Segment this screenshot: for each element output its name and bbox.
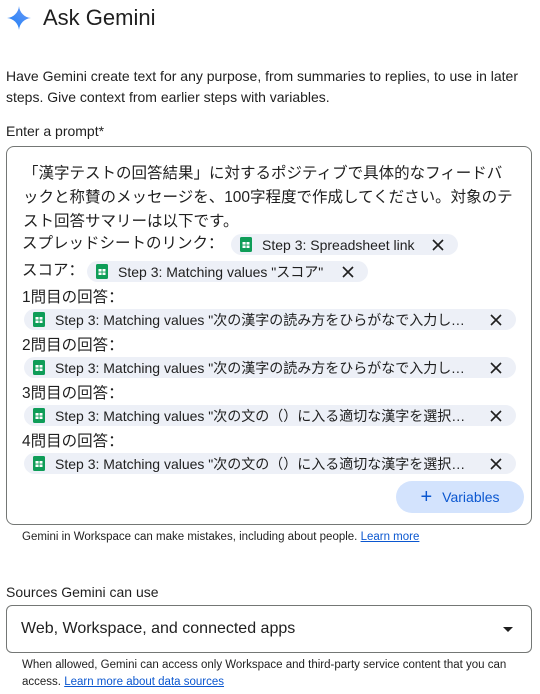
chip-label: Step 3: Spreadsheet link — [262, 236, 415, 253]
remove-chip-icon[interactable] — [490, 361, 502, 374]
remove-chip-icon[interactable] — [432, 238, 444, 251]
variable-chip-answer-1[interactable]: Step 3: Matching values "次の漢字の読み方をひらがなで入… — [24, 309, 516, 330]
chip-label: Step 3: Matching values "次の文の（）に入る適切な漢字を… — [55, 407, 478, 424]
variable-chip-score[interactable]: Step 3: Matching values "スコア" — [87, 261, 368, 282]
disclaimer: Gemini in Workspace can make mistakes, i… — [22, 531, 419, 543]
variable-chip-spreadsheet[interactable]: Step 3: Spreadsheet link — [231, 234, 458, 255]
chip-label: Step 3: Matching values "次の漢字の読み方をひらがなで入… — [55, 359, 478, 376]
sheets-icon — [33, 408, 45, 423]
spreadsheet-link-label: スプレッドシートのリンク： — [22, 235, 224, 252]
sources-label: Sources Gemini can use — [6, 584, 159, 600]
header: Ask Gemini — [6, 3, 155, 33]
sheets-icon — [96, 264, 108, 279]
variable-chip-answer-3[interactable]: Step 3: Matching values "次の文の（）に入る適切な漢字を… — [24, 405, 516, 426]
variable-chip-answer-4[interactable]: Step 3: Matching values "次の文の（）に入る適切な漢字を… — [24, 453, 516, 474]
sheets-icon — [240, 237, 252, 252]
chip-label: Step 3: Matching values "次の文の（）に入る適切な漢字を… — [55, 455, 478, 472]
answer-3-label: 3問目の回答： — [22, 385, 124, 402]
chip-label: Step 3: Matching values "スコア" — [118, 263, 324, 280]
prompt-text[interactable]: 「漢字テストの回答結果」に対するポジティブで具体的なフィードバックと称賛のメッセ… — [23, 162, 515, 234]
description: Have Gemini create text for any purpose,… — [6, 68, 518, 105]
remove-chip-icon[interactable] — [342, 265, 354, 278]
remove-chip-icon[interactable] — [490, 457, 502, 470]
answer-1-label: 1問目の回答： — [22, 289, 124, 306]
sheets-icon — [33, 456, 45, 471]
remove-chip-icon[interactable] — [490, 313, 502, 326]
prompt-label: Enter a prompt* — [6, 123, 105, 139]
answer-4-label: 4問目の回答： — [22, 433, 124, 450]
learn-more-link[interactable]: Learn more — [361, 531, 420, 543]
gemini-sparkle-icon — [7, 6, 31, 30]
sources-note: When allowed, Gemini can access only Wor… — [22, 657, 532, 691]
sources-select[interactable]: Web, Workspace, and connected apps — [6, 605, 532, 653]
chip-label: Step 3: Matching values "次の漢字の読み方をひらがなで入… — [55, 311, 478, 328]
disclaimer-text: Gemini in Workspace can make mistakes, i… — [22, 531, 361, 543]
variables-button-label: Variables — [442, 489, 500, 505]
sheets-icon — [33, 360, 45, 375]
answer-2-label: 2問目の回答： — [22, 337, 124, 354]
dropdown-caret-icon — [503, 626, 513, 632]
remove-chip-icon[interactable] — [490, 409, 502, 422]
variables-button[interactable]: + Variables — [396, 481, 524, 513]
score-label: スコア： — [22, 262, 85, 279]
page-title: Ask Gemini — [43, 5, 156, 30]
sources-selected-value: Web, Workspace, and connected apps — [21, 620, 296, 637]
sheets-icon — [33, 312, 45, 327]
data-sources-link[interactable]: Learn more about data sources — [64, 676, 224, 688]
variable-chip-answer-2[interactable]: Step 3: Matching values "次の漢字の読み方をひらがなで入… — [24, 357, 516, 378]
plus-icon: + — [420, 486, 433, 508]
